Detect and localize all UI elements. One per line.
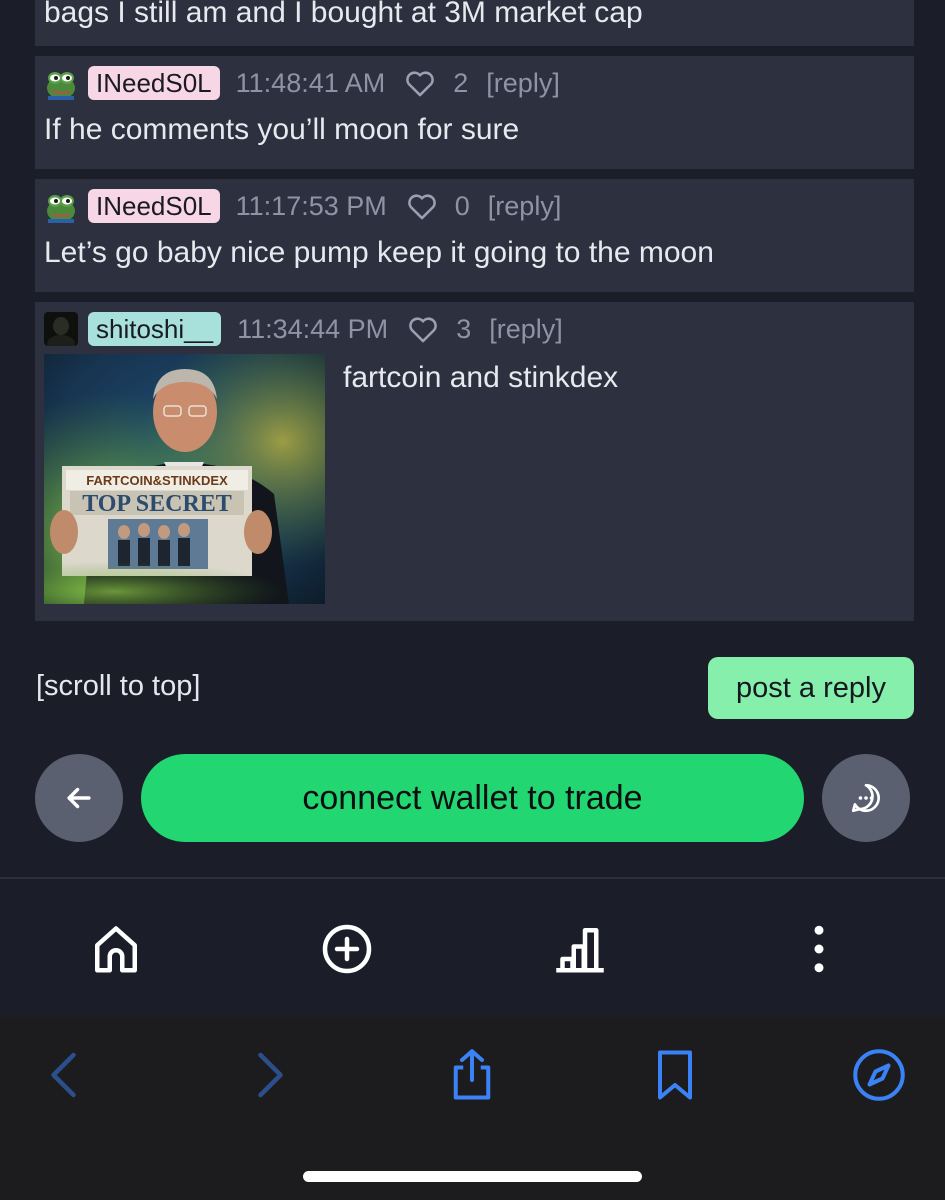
comment-body: fartcoin and stinkdex <box>343 361 619 394</box>
comment-time: 11:34:44 PM <box>237 313 389 344</box>
comment-item: INeedS0L 11:48:41 AM 2 [reply] If he com… <box>35 56 914 169</box>
comment-body: Let’s go baby nice pump keep it going to… <box>44 236 714 269</box>
heart-icon[interactable] <box>405 189 439 223</box>
comment-meta: INeedS0L 11:48:41 AM 2 [reply] <box>44 66 560 100</box>
back-chevron-icon[interactable] <box>36 1045 96 1105</box>
image-headline-top: FARTCOIN&STINKDEX <box>86 473 228 488</box>
username-badge[interactable]: INeedS0L <box>88 189 220 223</box>
reply-link[interactable]: [reply] <box>486 68 560 99</box>
bar-chart-icon[interactable] <box>550 919 610 979</box>
app-bottom-nav <box>0 879 945 1017</box>
pepe-frog-icon[interactable] <box>44 66 78 100</box>
home-indicator[interactable] <box>303 1171 642 1182</box>
back-button[interactable] <box>35 754 123 842</box>
like-count: 2 <box>453 67 469 98</box>
home-icon[interactable] <box>86 919 146 979</box>
post-reply-button[interactable]: post a reply <box>708 657 914 719</box>
heart-icon[interactable] <box>406 312 440 346</box>
comment-body: bags I still am and I bought at 3M marke… <box>44 0 643 29</box>
like-count: 0 <box>454 190 470 221</box>
comment-image[interactable]: FARTCOIN&STINKDEX TOP SECRET <box>44 354 325 604</box>
scroll-to-top-link[interactable]: [scroll to top] <box>36 670 200 703</box>
comment-item: INeedS0L 11:17:53 PM 0 [reply] Let’s go … <box>35 179 914 292</box>
add-circle-icon[interactable] <box>317 919 377 979</box>
username-badge[interactable]: INeedS0L <box>88 66 220 100</box>
like-count: 3 <box>456 313 472 344</box>
comment-time: 11:48:41 AM <box>235 67 386 98</box>
dark-avatar-icon[interactable] <box>44 312 78 346</box>
image-headline-main: TOP SECRET <box>82 491 232 517</box>
username-badge[interactable]: shitoshi__ <box>88 312 222 346</box>
reply-link[interactable]: [reply] <box>488 191 562 222</box>
bookmark-icon[interactable] <box>645 1045 705 1105</box>
comment-time: 11:17:53 PM <box>235 190 387 221</box>
forward-chevron-icon[interactable] <box>238 1045 298 1105</box>
heart-icon[interactable] <box>403 66 437 100</box>
comment-meta: shitoshi__ 11:34:44 PM 3 [reply] <box>44 312 563 346</box>
more-vertical-icon[interactable] <box>789 919 849 979</box>
share-icon[interactable] <box>442 1045 502 1105</box>
chat-button[interactable] <box>822 754 910 842</box>
comment-item: bags I still am and I bought at 3M marke… <box>35 0 914 46</box>
connect-wallet-button[interactable]: connect wallet to trade <box>141 754 804 842</box>
pepe-frog-icon[interactable] <box>44 189 78 223</box>
arrow-left-icon <box>67 787 91 809</box>
compass-icon[interactable] <box>849 1045 909 1105</box>
comment-body: If he comments you’ll moon for sure <box>44 113 520 146</box>
comment-meta: INeedS0L 11:17:53 PM 0 [reply] <box>44 189 561 223</box>
chat-bubble-icon <box>851 783 880 813</box>
comment-item: shitoshi__ 11:34:44 PM 3 [reply] FARTCOI… <box>35 302 914 621</box>
reply-link[interactable]: [reply] <box>489 314 563 345</box>
